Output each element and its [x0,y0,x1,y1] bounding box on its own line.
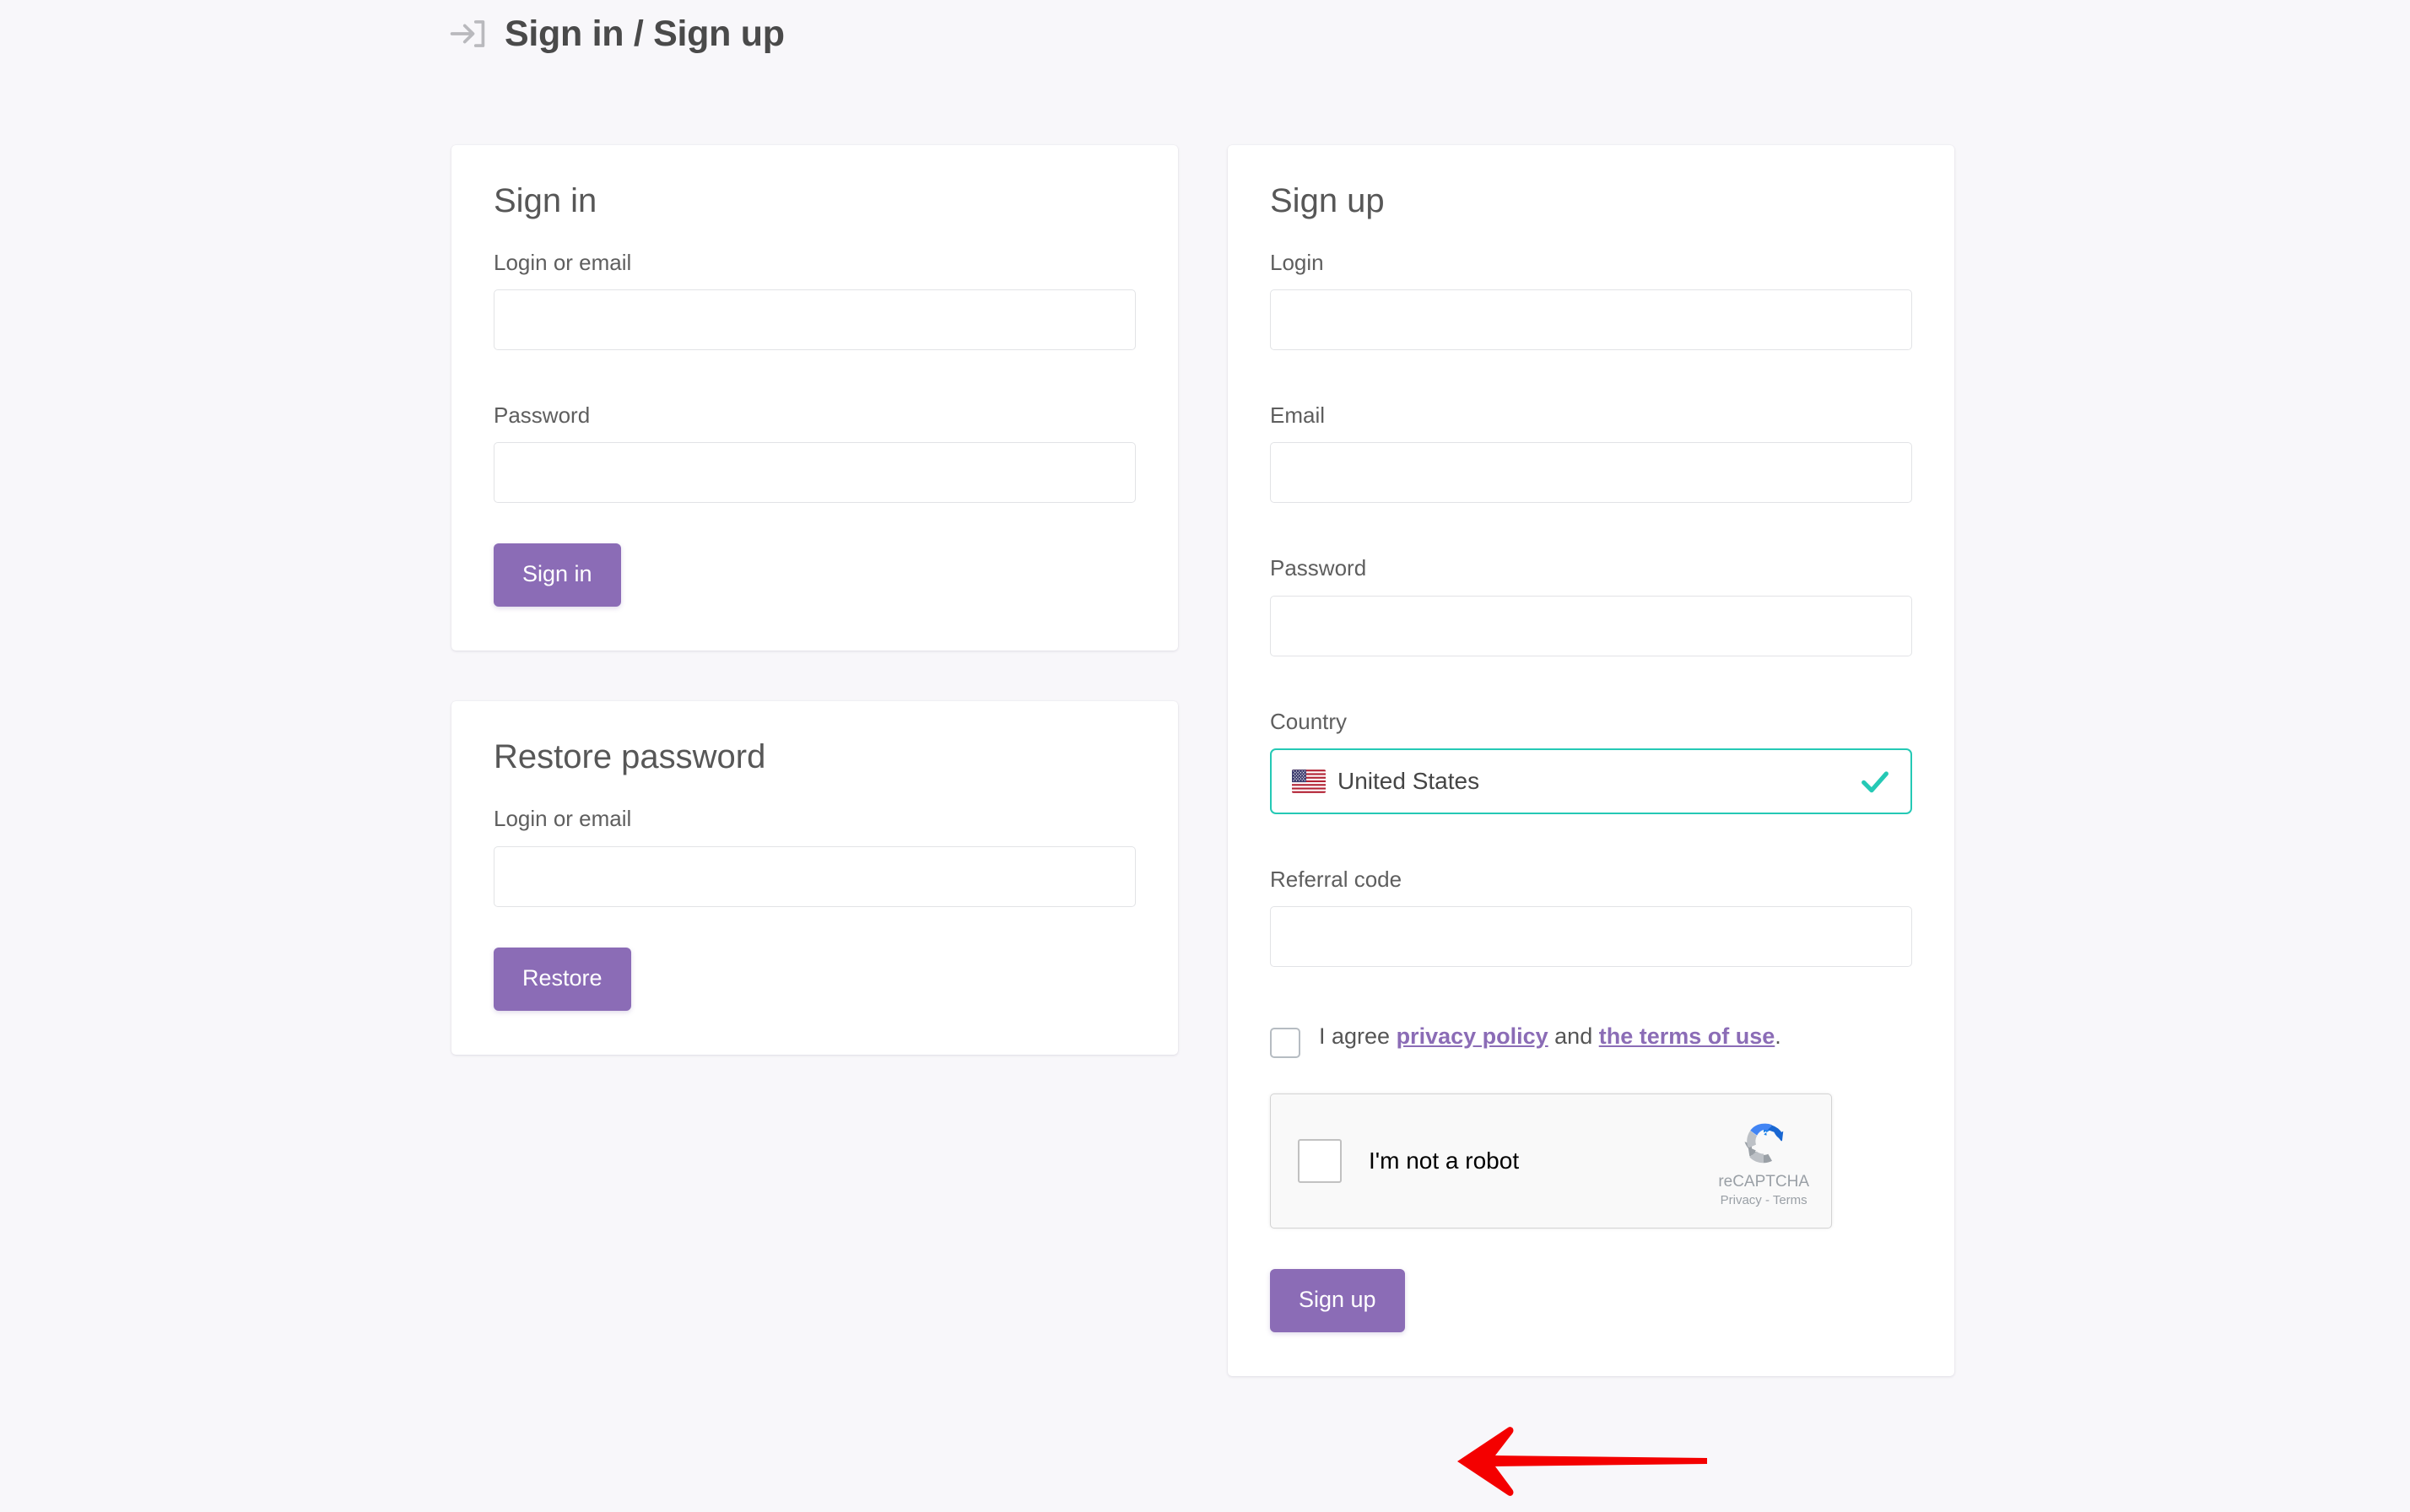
signup-email-label: Email [1270,402,1326,429]
red-left-arrow-annotation [1457,1427,1707,1496]
recaptcha-brand: reCAPTCHA Privacy - Terms [1718,1113,1809,1208]
signup-referral-input[interactable] [1270,905,1912,967]
signin-login-input[interactable] [494,289,1136,351]
login-arrow-icon [450,20,485,47]
restore-submit-button[interactable]: Restore [494,947,631,1011]
left-column: Sign in Login or email Password Sign in … [451,145,1178,1055]
agreement-text: I agree privacy policy and the terms of … [1319,1023,1781,1051]
signin-password-label: Password [494,402,591,429]
signin-signup-page: Sign in / Sign up Sign in Login or email… [0,0,2410,1512]
recaptcha-checkbox[interactable] [1298,1138,1342,1183]
agreement-checkbox[interactable] [1270,1027,1300,1058]
page-title: Sign in / Sign up [505,13,785,54]
signin-password-input[interactable] [494,442,1136,504]
agreement-row: I agree privacy policy and the terms of … [1270,1023,1912,1058]
restore-card-title: Restore password [494,738,766,776]
check-icon [1862,771,1889,792]
restore-password-card: Restore password Login or email Restore [451,701,1178,1055]
restore-login-label: Login or email [494,806,632,832]
restore-login-field: Login or email [494,806,1136,907]
agreement-middle: and [1548,1023,1599,1049]
signup-referral-field: Referral code [1270,867,1912,967]
signup-referral-label: Referral code [1270,866,1402,892]
signup-country-field: Country United States [1270,709,1912,814]
signup-password-field: Password [1270,555,1912,656]
privacy-policy-link[interactable]: privacy policy [1397,1023,1548,1049]
signup-country-label: Country [1270,708,1348,734]
signup-card: Sign up Login Email Password Country Uni… [1228,145,1954,1376]
recaptcha-widget[interactable]: I'm not a robot reCAPTCHA Privacy - Term… [1270,1093,1832,1228]
restore-login-input[interactable] [494,845,1136,907]
signup-email-input[interactable] [1270,442,1912,504]
signup-card-title: Sign up [1270,182,1385,219]
signin-login-label: Login or email [494,250,632,275]
right-column: Sign up Login Email Password Country Uni… [1228,145,1954,1376]
signup-email-field: Email [1270,402,1912,504]
signin-card-title: Sign in [494,182,597,219]
signup-password-input[interactable] [1270,595,1912,656]
restore-button-row: Restore [494,947,1136,1011]
agreement-prefix: I agree [1319,1023,1397,1049]
signup-login-input[interactable] [1270,289,1912,351]
signup-login-field: Login [1270,250,1912,351]
recaptcha-brand-links[interactable]: Privacy - Terms [1718,1192,1809,1209]
recaptcha-brand-name: reCAPTCHA [1718,1173,1809,1191]
country-selected-value: United States [1337,767,1480,794]
signup-password-label: Password [1270,555,1367,581]
signin-login-field: Login or email [494,250,1136,351]
signup-login-label: Login [1270,250,1324,275]
signup-submit-button[interactable]: Sign up [1270,1268,1405,1332]
signin-password-field: Password [494,402,1136,504]
agreement-suffix: . [1775,1023,1781,1049]
signin-card: Sign in Login or email Password Sign in [451,145,1178,651]
signup-button-row: Sign up [1270,1268,1912,1332]
recaptcha-label: I'm not a robot [1369,1147,1520,1174]
signin-button-row: Sign in [494,543,1136,608]
page-header: Sign in / Sign up [446,12,785,56]
recaptcha-logo-icon [1744,1123,1784,1164]
us-flag-icon [1292,769,1326,793]
country-select[interactable]: United States [1270,748,1912,814]
signin-submit-button[interactable]: Sign in [494,543,621,608]
terms-of-use-link[interactable]: the terms of use [1599,1023,1775,1049]
